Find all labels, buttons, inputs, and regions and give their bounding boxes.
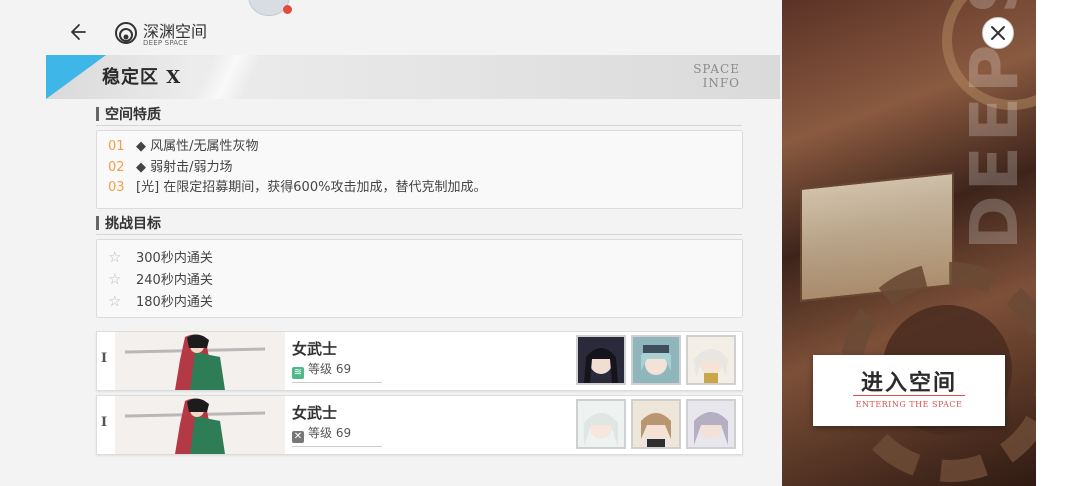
goal-row: ☆ 180秒内通关 <box>108 291 213 311</box>
goal-row: ☆ 240秒内通关 <box>108 269 213 289</box>
traits-heading-text: 空间特质 <box>105 107 161 123</box>
goal-row: ☆ 300秒内通关 <box>108 247 213 267</box>
trait-row: 01 ◆ 风属性/无属性灰物 <box>108 137 259 157</box>
level-label: 等级 <box>308 362 333 376</box>
back-arrow-icon[interactable] <box>64 20 88 44</box>
goals-heading: 挑战目标 <box>96 213 161 233</box>
zone-banner: 稳定区 X SPACE INFO <box>46 55 780 99</box>
enemy-row[interactable]: I 女武士 ✕ 等级 69 <box>96 395 743 455</box>
space-info-line2: INFO <box>702 76 740 90</box>
traits-heading: 空间特质 <box>96 104 161 124</box>
enemy-level: ✕ 等级 69 <box>292 424 351 443</box>
trait-text: [光] 在限定招募期间，获得600%攻击加成，替代克制加成。 <box>136 180 487 195</box>
enter-space-sublabel: ENTERING THE SPACE <box>855 400 963 409</box>
enemy-portrait-art <box>115 332 285 390</box>
level-value: 69 <box>335 426 352 440</box>
left-panel: 深渊空间 DEEP SPACE 稳定区 X SPACE INFO 空间特质 01… <box>0 0 782 486</box>
enemy-name: 女武士 <box>292 340 338 358</box>
enemy-name: 女武士 <box>292 404 338 422</box>
trait-text: ◆ 弱射击/弱力场 <box>136 160 233 175</box>
trait-text: ◆ 风属性/无属性灰物 <box>136 139 259 154</box>
goals-heading-text: 挑战目标 <box>105 216 161 232</box>
star-icon: ☆ <box>108 248 122 266</box>
trait-number: 01 <box>108 139 125 154</box>
star-icon: ☆ <box>108 270 122 288</box>
banner-stripe <box>166 55 306 99</box>
goals-box: ☆ 300秒内通关 ☆ 240秒内通关 ☆ 180秒内通关 <box>96 239 743 318</box>
star-icon: ☆ <box>108 292 122 310</box>
doll-portrait[interactable] <box>631 399 681 449</box>
zone-title: 稳定区 X <box>102 67 182 88</box>
trait-row: 03 [光] 在限定招募期间，获得600%攻击加成，替代克制加成。 <box>108 178 486 198</box>
heading-bar <box>96 216 99 230</box>
traits-divider <box>96 125 742 126</box>
trait-row: 02 ◆ 弱射击/弱力场 <box>108 158 233 178</box>
enter-space-label: 进入空间 <box>860 370 957 396</box>
goals-divider <box>96 234 742 235</box>
enemy-divider <box>292 446 382 447</box>
trait-number: 02 <box>108 160 125 175</box>
doll-portrait[interactable] <box>686 335 736 385</box>
level-label: 等级 <box>308 426 333 440</box>
doll-portrait[interactable] <box>631 335 681 385</box>
goal-text: 240秒内通关 <box>136 273 213 288</box>
doll-portrait[interactable] <box>576 335 626 385</box>
level-value: 69 <box>335 362 352 376</box>
doll-portrait[interactable] <box>576 399 626 449</box>
traits-box: 01 ◆ 风属性/无属性灰物 02 ◆ 弱射击/弱力场 03 [光] 在限定招募期间，… <box>96 130 743 209</box>
deep-space-logo-icon <box>115 22 137 44</box>
heading-bar <box>96 107 99 121</box>
enemy-row[interactable]: I 女武士 ≋ 等级 69 <box>96 331 743 391</box>
trait-number: 03 <box>108 180 125 195</box>
enemy-level: ≋ 等级 69 <box>292 360 351 379</box>
wind-element-icon: ≋ <box>292 367 304 379</box>
goal-text: 180秒内通关 <box>136 295 213 310</box>
enemy-divider <box>292 382 382 383</box>
enter-arrow-line <box>853 395 965 396</box>
none-element-icon: ✕ <box>292 431 304 443</box>
doll-portrait[interactable] <box>686 399 736 449</box>
enemy-index: I <box>101 351 108 366</box>
goal-text: 300秒内通关 <box>136 251 213 266</box>
notification-dot <box>283 5 292 14</box>
page-subtitle: DEEP SPACE <box>143 39 188 47</box>
enemy-index: I <box>101 415 108 430</box>
banner-accent <box>46 55 106 99</box>
enemy-portrait-art <box>115 396 285 454</box>
space-info-line1: SPACE <box>693 62 740 76</box>
enter-space-button[interactable]: 进入空间 ENTERING THE SPACE <box>813 355 1005 426</box>
space-info-label: SPACE INFO <box>693 62 740 90</box>
screen-edge <box>1036 0 1080 486</box>
close-icon[interactable] <box>982 17 1014 49</box>
